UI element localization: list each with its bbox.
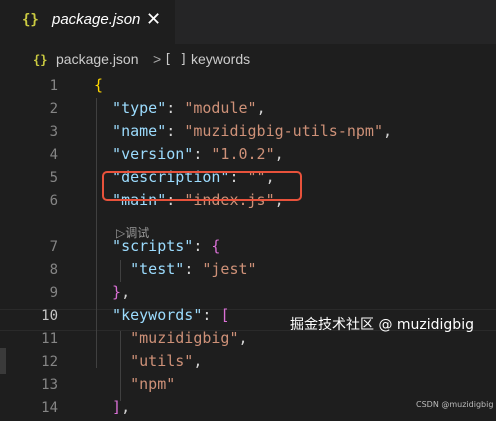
code-line[interactable]: "version": "1.0.2", [94, 145, 284, 163]
code-line[interactable]: "scripts": { [94, 237, 220, 255]
line-number: 9 [49, 285, 58, 301]
code-token: , [121, 398, 131, 416]
code-token: , [383, 122, 393, 140]
line-number: 8 [49, 262, 58, 278]
code-line[interactable]: "utils", [94, 352, 202, 370]
code-token: , [193, 352, 203, 370]
code-line[interactable]: { [94, 76, 103, 94]
code-token: "muzidigbig-utils-npm" [184, 122, 383, 140]
code-token: , [256, 99, 266, 117]
tab-bar: {} package.json ✕ [0, 0, 496, 44]
code-line[interactable]: "test": "jest" [94, 260, 257, 278]
code-line[interactable]: ], [94, 398, 130, 416]
code-token: "1.0.2" [211, 145, 275, 163]
code-token: "version" [94, 145, 194, 163]
array-icon: [ ] [164, 52, 188, 67]
code-token: : [193, 237, 212, 255]
debug-codelens[interactable]: ▷调试 [116, 224, 149, 241]
breadcrumb: {} package.json > [ ] keywords [0, 44, 496, 76]
line-number: 14 [41, 400, 58, 416]
line-number: 7 [49, 239, 58, 255]
annotation-highlight-box [102, 171, 302, 201]
watermark: 掘金技术社区 @ muzidigbig [290, 317, 474, 333]
code-token: , [274, 145, 284, 163]
line-number: 1 [49, 78, 58, 94]
line-number: 10 [41, 308, 58, 324]
close-icon[interactable]: ✕ [146, 9, 161, 30]
json-file-icon: {} [33, 53, 48, 67]
line-number: 3 [49, 124, 58, 140]
credit-watermark: CSDN @muzidigbig [416, 400, 494, 409]
code-token: : [166, 99, 185, 117]
code-token: [ [220, 306, 230, 324]
code-token: { [211, 237, 221, 255]
line-number: 4 [49, 147, 58, 163]
line-number: 13 [41, 377, 58, 393]
tab-package-json[interactable]: {} package.json ✕ [0, 0, 175, 44]
breadcrumb-keywords[interactable]: keywords [191, 51, 250, 67]
code-line[interactable]: }, [94, 283, 130, 301]
chevron-right-icon: > [153, 51, 162, 67]
code-token: "muzidigbig" [94, 329, 239, 347]
breadcrumb-file[interactable]: package.json [56, 51, 139, 67]
code-line[interactable]: "name": "muzidigbig-utils-npm", [94, 122, 392, 140]
line-number: 6 [49, 193, 58, 209]
code-line[interactable]: "keywords": [ [94, 306, 229, 324]
line-number: 11 [41, 331, 58, 347]
code-line[interactable]: "type": "module", [94, 99, 266, 117]
line-number: 2 [49, 101, 58, 117]
code-token: , [238, 329, 248, 347]
code-line[interactable]: "npm" [94, 375, 175, 393]
code-token: "jest" [202, 260, 257, 278]
code-token: "name" [94, 122, 167, 140]
code-token: : [193, 145, 212, 163]
code-token: , [121, 283, 131, 301]
code-token: "utils" [94, 352, 194, 370]
code-editor[interactable]: 1 {2 "type": "module", 3 "name": "muzidigb… [0, 76, 496, 421]
line-number: 12 [41, 354, 58, 370]
code-token: "test" [94, 260, 185, 278]
code-token: "keywords" [94, 306, 203, 324]
code-token: } [94, 283, 122, 301]
code-token: "module" [184, 99, 257, 117]
tab-title: package.json [52, 11, 141, 28]
code-token: : [184, 260, 203, 278]
code-token: "npm" [94, 375, 176, 393]
json-file-icon: {} [22, 12, 39, 28]
code-token: { [94, 76, 104, 94]
code-line[interactable]: "muzidigbig", [94, 329, 248, 347]
code-token: : [166, 122, 185, 140]
code-token: : [202, 306, 221, 324]
line-number: 5 [49, 170, 58, 186]
code-token: "type" [94, 99, 167, 117]
code-token: ] [94, 398, 122, 416]
